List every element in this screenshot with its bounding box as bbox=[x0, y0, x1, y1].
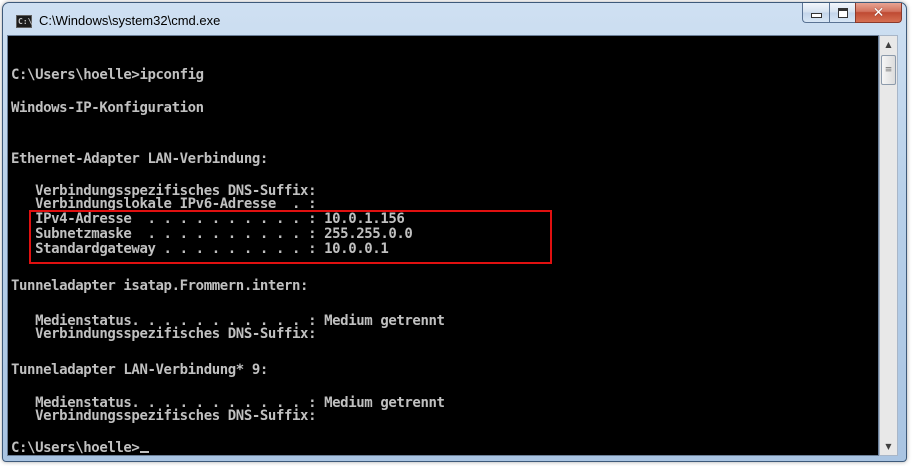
vertical-scrollbar[interactable]: ▲ ≡ ▼ bbox=[879, 35, 898, 456]
console-line: Tunneladapter LAN-Verbindung* 9: bbox=[11, 362, 268, 378]
grip-icon: ≡ bbox=[884, 65, 893, 75]
text-cursor bbox=[140, 451, 150, 453]
window-title: C:\Windows\system32\cmd.exe bbox=[39, 13, 221, 28]
minimize-button[interactable] bbox=[802, 3, 829, 23]
close-button[interactable]: ✕ bbox=[855, 3, 902, 23]
scroll-up-icon[interactable]: ▲ bbox=[880, 36, 897, 53]
close-icon: ✕ bbox=[872, 4, 885, 21]
console-line: Ethernet-Adapter LAN-Verbindung: bbox=[11, 151, 268, 167]
console-output[interactable]: C:\Users\hoelle>ipconfig Windows-IP-Konf… bbox=[7, 35, 879, 456]
console-app-icon[interactable]: C:\ bbox=[16, 15, 32, 28]
scroll-thumb[interactable]: ≡ bbox=[881, 55, 896, 85]
highlight-box bbox=[29, 210, 552, 264]
title-bar[interactable]: C:\ C:\Windows\system32\cmd.exe bbox=[3, 3, 906, 39]
console-prompt: C:\Users\hoelle> bbox=[11, 440, 140, 456]
console-line: Verbindungsspezifisches DNS-Suffix: bbox=[11, 408, 317, 424]
maximize-button[interactable] bbox=[829, 3, 855, 23]
maximize-icon bbox=[837, 7, 848, 18]
caption-buttons: ✕ bbox=[802, 3, 902, 23]
console-line: C:\Users\hoelle>ipconfig bbox=[11, 67, 204, 83]
console-line: Tunneladapter isatap.Frommern.intern: bbox=[11, 278, 309, 294]
console-line: Verbindungsspezifisches DNS-Suffix: bbox=[11, 326, 317, 342]
scroll-down-icon[interactable]: ▼ bbox=[880, 438, 897, 455]
console-line: Windows-IP-Konfiguration bbox=[11, 100, 204, 116]
minimize-icon bbox=[810, 13, 822, 18]
console-prompt-line: C:\Users\hoelle> bbox=[11, 440, 150, 456]
